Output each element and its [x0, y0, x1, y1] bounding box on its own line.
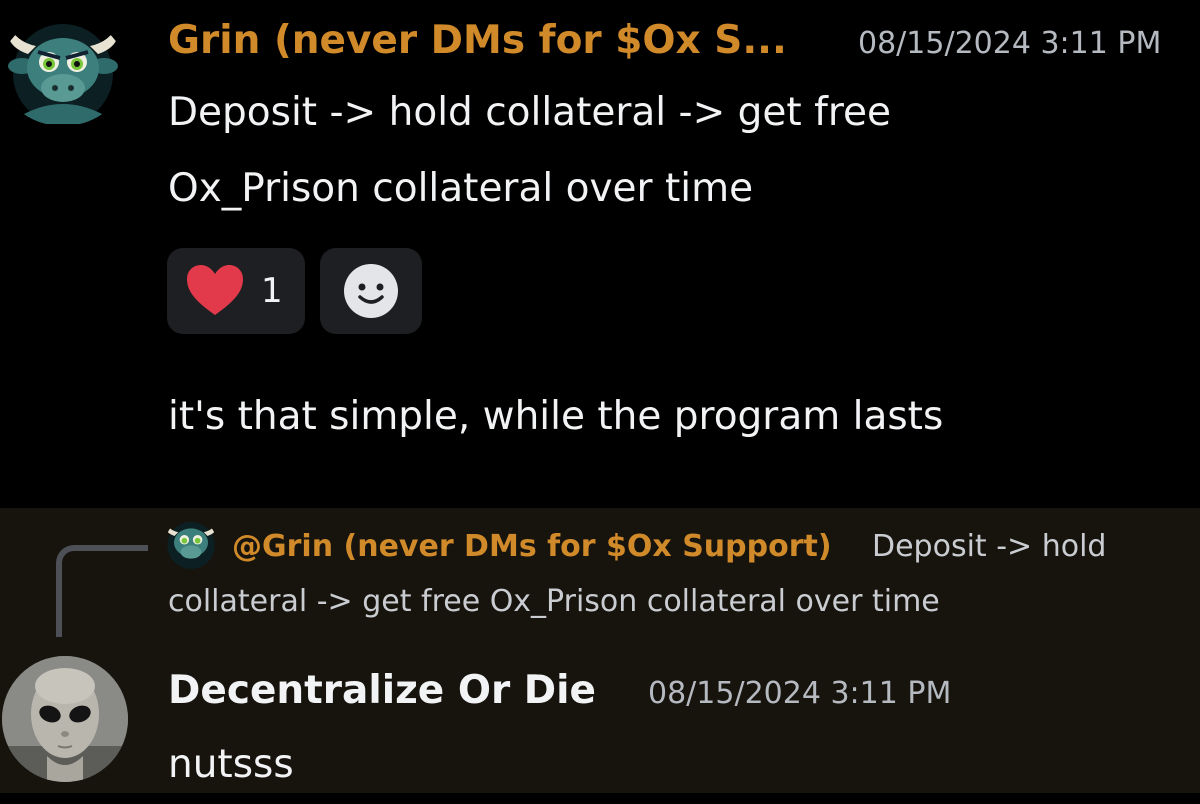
grin-avatar[interactable]: [0, 16, 126, 126]
grin-followup-message: it's that simple, while the program last…: [168, 394, 944, 439]
bull-avatar-icon: [165, 521, 217, 570]
grin-message-line-1: Deposit -> hold collateral -> get free: [168, 90, 892, 135]
grin-username[interactable]: Grin (never DMs for $Ox S...: [168, 16, 787, 66]
alien-avatar-icon: [2, 656, 128, 782]
add-reaction-button[interactable]: [320, 248, 422, 334]
decentralize-avatar[interactable]: [2, 656, 128, 782]
decentralize-message: nutsss: [168, 742, 294, 787]
reply-grin-avatar[interactable]: [165, 518, 217, 570]
bull-avatar-icon: [7, 24, 119, 124]
heart-icon: [187, 265, 243, 315]
reply-preview-line-1[interactable]: Deposit -> hold: [872, 524, 1106, 570]
grin-message-line-2: Ox_Prison collateral over time: [168, 166, 754, 211]
heart-reaction-button[interactable]: 1: [167, 248, 305, 334]
add-reaction-icon: [344, 264, 398, 318]
heart-reaction-count: 1: [261, 271, 283, 311]
reply-mention[interactable]: @Grin (never DMs for $Ox Support): [232, 524, 832, 570]
decentralize-timestamp: 08/15/2024 3:11 PM: [648, 676, 952, 711]
decentralize-username[interactable]: Decentralize Or Die: [168, 666, 596, 716]
grin-timestamp: 08/15/2024 3:11 PM: [858, 26, 1162, 61]
reply-connector-line: [56, 545, 148, 637]
message-grin: Grin (never DMs for $Ox S... 08/15/2024 …: [0, 0, 1200, 508]
reply-preview-line-2[interactable]: collateral -> get free Ox_Prison collate…: [168, 579, 940, 625]
